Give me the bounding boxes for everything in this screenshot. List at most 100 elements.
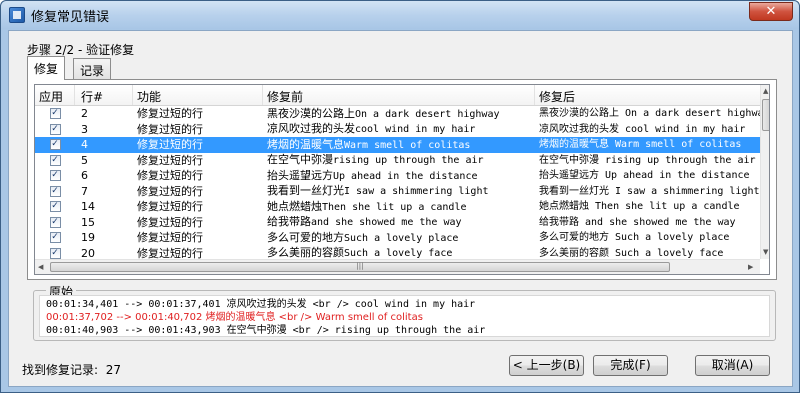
title-bar[interactable]: 修复常见错误 ✕	[1, 1, 799, 29]
horizontal-scroll-thumb[interactable]: |||	[50, 262, 670, 272]
line-number-cell: 4	[81, 138, 88, 152]
apply-checkbox[interactable]: ✓	[49, 139, 61, 151]
table-row[interactable]: ✓ 2 修复过短的行 黑夜沙漠的公路上On a dark desert highway…	[35, 106, 760, 122]
apply-cell[interactable]: ✓	[35, 123, 75, 135]
before-text-cn: 多么美丽的容颜	[267, 246, 344, 260]
column-header-function[interactable]: 功能	[133, 85, 263, 105]
column-header-line[interactable]: 行#	[75, 85, 133, 105]
column-header-after[interactable]: 修复后	[535, 85, 760, 105]
before-text-cn: 凉风吹过我的头发	[267, 122, 355, 136]
line-number-cell: 19	[81, 231, 95, 245]
finish-button[interactable]: 完成(F)	[593, 355, 668, 376]
after-cell: 多么可爱的地方 Such a lovely place	[539, 232, 730, 244]
before-text-cn: 多么可爱的地方	[267, 230, 344, 244]
table-row[interactable]: ✓ 4 修复过短的行 烤烟的温暖气息Warm smell of colitas 烤烟的温…	[35, 137, 760, 153]
before-cell: 凉风吹过我的头发cool wind in my hair	[263, 121, 535, 137]
grid-rows: ✓ 2 修复过短的行 黑夜沙漠的公路上On a dark desert highway…	[35, 106, 760, 261]
vertical-scrollbar[interactable]: ▲ ▼	[760, 85, 769, 259]
after-cell: 她点燃蜡烛 Then she lit up a candle	[539, 201, 740, 213]
tab-fix[interactable]: 修复	[27, 56, 66, 80]
close-button[interactable]: ✕	[749, 2, 793, 21]
apply-checkbox[interactable]: ✓	[49, 216, 61, 228]
original-line: 00:01:34,401 --> 00:01:37,401 凉风吹过我的头发 <…	[46, 299, 476, 310]
apply-checkbox[interactable]: ✓	[49, 201, 61, 213]
apply-cell[interactable]: ✓	[35, 108, 75, 120]
found-count: 27	[105, 363, 121, 377]
column-header-apply[interactable]: 应用	[35, 85, 75, 105]
apply-cell[interactable]: ✓	[35, 216, 75, 228]
before-cell: 在空气中弥漫rising up through the air	[263, 152, 535, 168]
table-row[interactable]: ✓ 7 修复过短的行 我看到一丝灯光I saw a shimmering light 我…	[35, 184, 760, 200]
before-text-en: Up ahead in the distance	[333, 170, 478, 182]
column-header-before[interactable]: 修复前	[263, 85, 535, 105]
before-cell: 多么可爱的地方Such a lovely place	[263, 230, 535, 246]
vertical-scroll-thumb[interactable]	[762, 99, 769, 131]
before-text-en: Such a lovely face	[344, 248, 453, 260]
function-cell: 修复过短的行	[137, 169, 203, 183]
apply-checkbox[interactable]: ✓	[49, 170, 61, 182]
table-row[interactable]: ✓ 14 修复过短的行 她点燃蜡烛Then she lit up a candle 她点…	[35, 199, 760, 215]
function-cell: 修复过短的行	[137, 153, 203, 167]
function-cell: 修复过短的行	[137, 122, 203, 136]
table-row[interactable]: ✓ 15 修复过短的行 给我带路and she showed me the way 给我…	[35, 215, 760, 231]
function-cell: 修复过短的行	[137, 215, 203, 229]
apply-checkbox[interactable]: ✓	[49, 232, 61, 244]
apply-cell[interactable]: ✓	[35, 232, 75, 244]
original-text-box[interactable]: 00:01:34,401 --> 00:01:37,401 凉风吹过我的头发 <…	[39, 295, 770, 337]
before-text-cn: 我看到一丝灯光	[267, 184, 344, 198]
apply-cell[interactable]: ✓	[35, 154, 75, 166]
apply-checkbox[interactable]: ✓	[49, 108, 61, 120]
apply-checkbox[interactable]: ✓	[49, 247, 61, 259]
before-text-cn: 给我带路	[267, 215, 311, 229]
line-number-cell: 3	[81, 122, 88, 136]
table-row[interactable]: ✓ 6 修复过短的行 抬头遥望远方Up ahead in the distance 抬头…	[35, 168, 760, 184]
tab-log[interactable]: 记录	[73, 58, 112, 80]
before-cell: 黑夜沙漠的公路上On a dark desert highway	[263, 106, 535, 122]
apply-cell[interactable]: ✓	[35, 170, 75, 182]
function-cell: 修复过短的行	[137, 184, 203, 198]
line-number-cell: 14	[81, 200, 95, 214]
table-row[interactable]: ✓ 3 修复过短的行 凉风吹过我的头发cool wind in my hair 凉风吹过…	[35, 122, 760, 138]
after-cell: 我看到一丝灯光 I saw a shimmering light	[539, 185, 760, 197]
apply-cell[interactable]: ✓	[35, 185, 75, 197]
before-text-en: Such a lovely place	[344, 232, 459, 244]
found-records: 找到修复记录: 27	[22, 361, 121, 378]
function-cell: 修复过短的行	[137, 200, 203, 214]
horizontal-scrollbar[interactable]: ◀ ||| ▶	[35, 259, 760, 274]
scroll-up-arrow-icon[interactable]: ▲	[763, 87, 768, 95]
before-cell: 抬头遥望远方Up ahead in the distance	[263, 168, 535, 184]
scroll-right-arrow-icon[interactable]: ▶	[748, 263, 753, 271]
before-cell: 给我带路and she showed me the way	[263, 214, 535, 230]
before-cell: 烤烟的温暖气息Warm smell of colitas	[263, 137, 535, 153]
fix-grid[interactable]: 应用 行# 功能 修复前 修复后 ✓ 2 修复过短的行 黑夜沙漠的公路上On a da…	[34, 84, 770, 275]
after-cell: 烤烟的温暖气息 Warm smell of colitas	[539, 139, 742, 151]
apply-cell[interactable]: ✓	[35, 139, 75, 151]
app-icon	[9, 7, 25, 23]
scroll-left-arrow-icon[interactable]: ◀	[38, 263, 43, 271]
before-text-cn: 抬头遥望远方	[267, 168, 333, 182]
before-text-en: and she showed me the way	[311, 217, 462, 229]
back-button[interactable]: < 上一步(B)	[509, 355, 584, 376]
before-text-cn: 她点燃蜡烛	[267, 199, 322, 213]
dialog-body: 步骤 2/2 - 验证修复 修复 记录 应用 行# 功能 修复前 修复后 ✓ 2 修…	[8, 30, 793, 387]
found-label: 找到修复记录:	[22, 363, 99, 377]
apply-cell[interactable]: ✓	[35, 201, 75, 213]
before-text-en: rising up through the air	[333, 155, 484, 167]
before-text-en: I saw a shimmering light	[344, 186, 489, 198]
before-text-en: cool wind in my hair	[355, 124, 476, 136]
apply-checkbox[interactable]: ✓	[49, 154, 61, 166]
apply-checkbox[interactable]: ✓	[49, 185, 61, 197]
grid-header: 应用 行# 功能 修复前 修复后	[35, 85, 760, 106]
function-cell: 修复过短的行	[137, 231, 203, 245]
table-row[interactable]: ✓ 5 修复过短的行 在空气中弥漫rising up through the air 在…	[35, 153, 760, 169]
cancel-button[interactable]: 取消(A)	[695, 355, 770, 376]
original-line-highlighted: 00:01:37,702 --> 00:01:40,702 烤烟的温暖气息 <b…	[46, 312, 423, 323]
apply-checkbox[interactable]: ✓	[49, 123, 61, 135]
after-cell: 黑夜沙漠的公路上 On a dark desert highway	[539, 108, 760, 120]
after-cell: 抬头遥望远方 Up ahead in the distance	[539, 170, 750, 182]
table-row[interactable]: ✓ 19 修复过短的行 多么可爱的地方Such a lovely place 多么可爱的…	[35, 230, 760, 246]
scroll-down-arrow-icon[interactable]: ▼	[763, 248, 768, 256]
apply-cell[interactable]: ✓	[35, 247, 75, 259]
after-cell: 凉风吹过我的头发 cool wind in my hair	[539, 123, 746, 135]
line-number-cell: 6	[81, 169, 88, 183]
